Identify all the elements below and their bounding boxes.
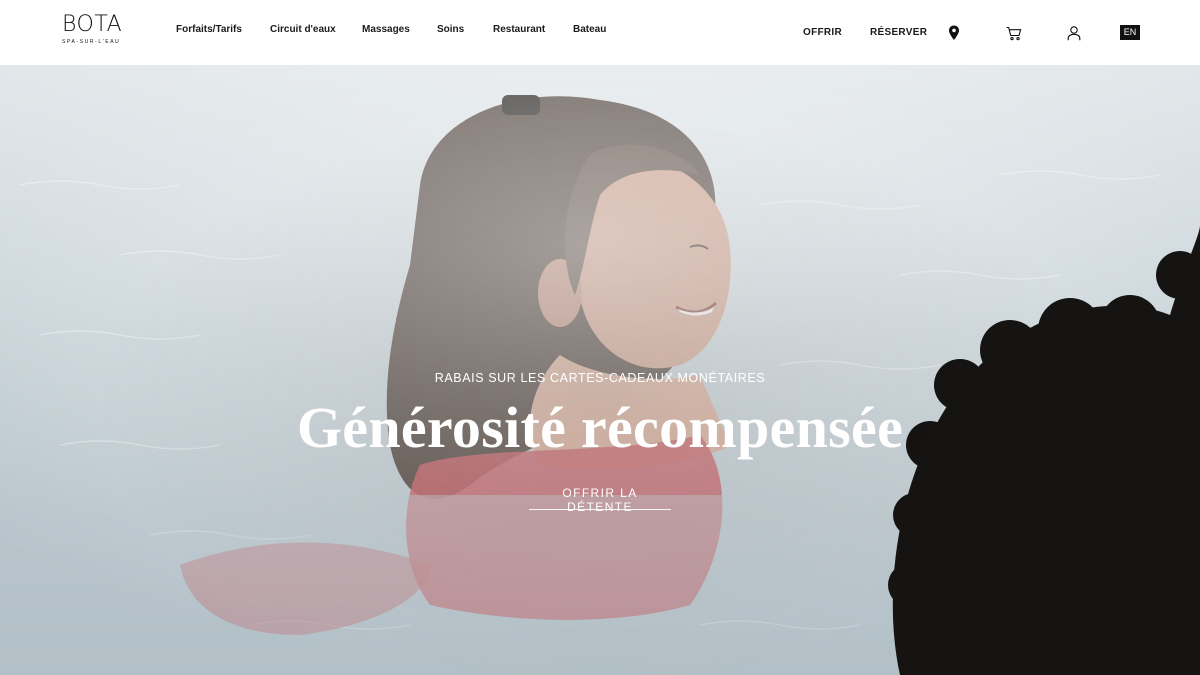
brand-tagline: SPA-SUR-L'EAU: [62, 39, 121, 45]
hero-title: Générosité récompensée: [296, 395, 904, 460]
brand-wordmark: BOTA: [62, 12, 123, 37]
hero-shade: [0, 65, 1200, 675]
brand-logo[interactable]: BOTA SPA-SUR-L'EAU: [62, 14, 122, 50]
offer-link[interactable]: OFFRIR: [803, 27, 842, 38]
nav-item-restaurant[interactable]: Restaurant: [493, 24, 545, 35]
hero-kicker: RABAIS SUR LES CARTES-CADEAUX MONÉTAIRES: [434, 371, 766, 385]
user-icon[interactable]: [1065, 24, 1083, 42]
nav-item-soins[interactable]: Soins: [437, 24, 464, 35]
site-header: BOTA SPA-SUR-L'EAU Forfaits/Tarifs Circu…: [0, 0, 1200, 65]
nav-item-massages[interactable]: Massages: [362, 24, 410, 35]
language-switch[interactable]: EN: [1120, 25, 1140, 40]
nav-item-circuit[interactable]: Circuit d'eaux: [270, 24, 336, 35]
book-link[interactable]: RÉSERVER: [870, 27, 927, 38]
nav-item-bateau[interactable]: Bateau: [573, 24, 606, 35]
cart-icon[interactable]: [1005, 24, 1023, 42]
map-pin-icon[interactable]: [946, 24, 964, 42]
nav-item-forfaits[interactable]: Forfaits/Tarifs: [176, 24, 242, 35]
hero-cta-button[interactable]: OFFRIR LA DÉTENTE: [529, 486, 671, 514]
hero-banner: RABAIS SUR LES CARTES-CADEAUX MONÉTAIRES…: [0, 65, 1200, 675]
